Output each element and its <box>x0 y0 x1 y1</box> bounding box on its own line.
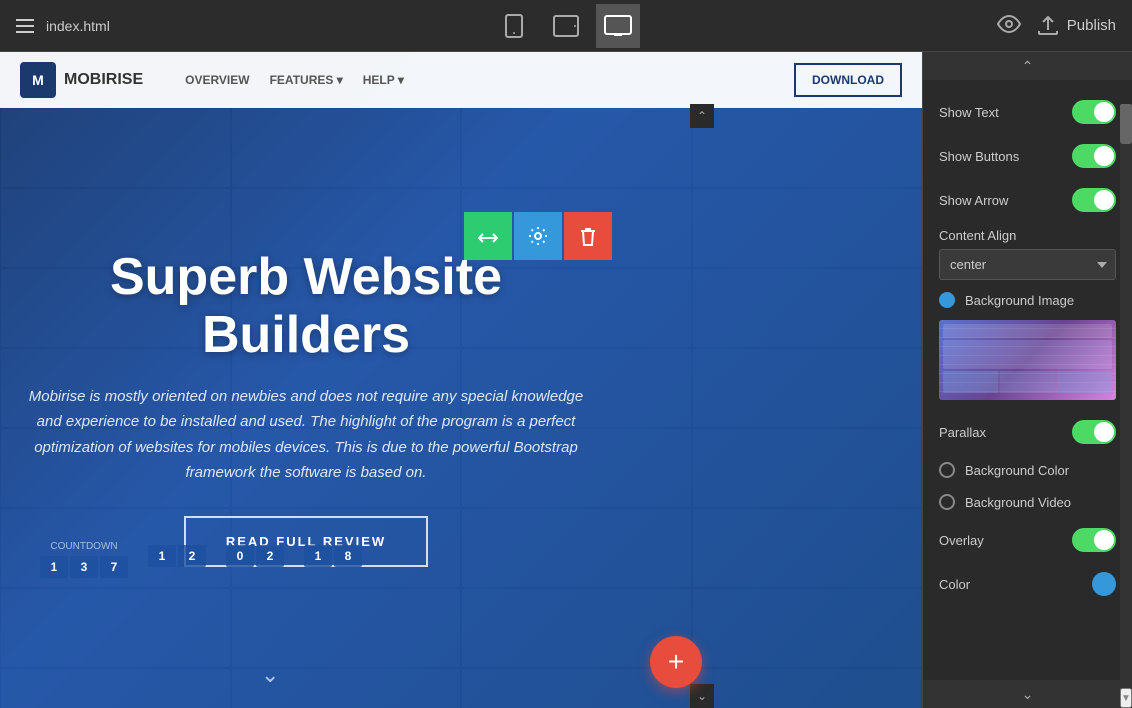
toolbar-delete-button[interactable] <box>564 212 612 260</box>
block-toolbar <box>464 212 612 260</box>
show-arrow-toggle[interactable] <box>1072 188 1116 212</box>
countdown-mins: 0 2 <box>226 541 284 567</box>
show-buttons-toggle[interactable] <box>1072 144 1116 168</box>
color-picker[interactable] <box>1092 572 1116 596</box>
countdown-label: COUNTDOWN <box>40 541 128 552</box>
countdown-strip: COUNTDOWN 1 3 7 1 2 0 2 <box>40 541 362 578</box>
nav-link-overview[interactable]: OVERVIEW <box>185 73 249 87</box>
bg-image-container <box>923 316 1132 410</box>
bg-image-thumbnail[interactable] <box>939 320 1116 400</box>
topbar: index.html <box>0 0 1132 52</box>
overlay-toggle[interactable] <box>1072 528 1116 552</box>
hero-subtitle: Mobirise is mostly oriented on newbies a… <box>26 384 586 486</box>
countdown-hours: 1 2 <box>148 541 206 567</box>
canvas-navbar: M MOBIRISE OVERVIEW FEATURES HELP DOWNLO… <box>0 52 922 108</box>
countdown-s1: 1 <box>304 545 332 567</box>
show-arrow-row: Show Arrow <box>923 178 1132 222</box>
bg-image-radio[interactable] <box>939 292 955 308</box>
nav-link-features[interactable]: FEATURES <box>270 73 343 87</box>
panel-scroll-area: Show Text Show Buttons Show Arrow Conten… <box>923 80 1132 680</box>
filename-label: index.html <box>46 18 110 34</box>
toolbar-settings-button[interactable] <box>514 212 562 260</box>
parallax-label: Parallax <box>939 425 986 440</box>
countdown-days: COUNTDOWN 1 3 7 <box>40 541 128 578</box>
scroll-bottom-button[interactable]: ▼ <box>1120 688 1132 708</box>
scrollbar-thumb[interactable] <box>1120 104 1132 144</box>
hero-content: Superb Website Builders Mobirise is most… <box>0 108 612 708</box>
countdown-secs: 1 8 <box>304 541 362 567</box>
bg-image-inner <box>939 320 1116 400</box>
publish-icon <box>1037 16 1059 36</box>
show-text-row: Show Text <box>923 90 1132 134</box>
bg-video-label: Background Video <box>965 495 1071 510</box>
nav-logo: M MOBIRISE <box>20 62 143 98</box>
nav-link-help[interactable]: HELP <box>363 73 404 87</box>
topbar-left: index.html <box>16 18 110 34</box>
show-arrow-label: Show Arrow <box>939 193 1008 208</box>
nav-links: OVERVIEW FEATURES HELP <box>185 73 404 87</box>
nav-brand: MOBIRISE <box>64 71 143 89</box>
content-align-section: Content Align left center right <box>923 222 1132 284</box>
publish-button[interactable]: Publish <box>1037 16 1116 36</box>
overlay-row: Overlay <box>923 518 1132 562</box>
countdown-m2: 2 <box>256 545 284 567</box>
panel-scroll-up-button[interactable]: ⌃ <box>923 52 1132 80</box>
nav-download-button[interactable]: DOWNLOAD <box>794 63 902 97</box>
content-align-label: Content Align <box>939 228 1116 243</box>
overlay-label: Overlay <box>939 533 984 548</box>
bg-image-row: Background Image <box>923 284 1132 316</box>
parallax-toggle[interactable] <box>1072 420 1116 444</box>
color-row: Color <box>923 562 1132 606</box>
vertical-scrollbar: ▲ ▼ <box>1120 104 1132 708</box>
show-text-label: Show Text <box>939 105 999 120</box>
show-text-toggle[interactable] <box>1072 100 1116 124</box>
canvas-scroll-down-button[interactable]: ⌄ <box>690 684 714 708</box>
countdown-box-1: 1 <box>40 556 68 578</box>
bg-color-label: Background Color <box>965 463 1069 478</box>
countdown-box-2: 3 <box>70 556 98 578</box>
canvas: M MOBIRISE OVERVIEW FEATURES HELP DOWNLO… <box>0 52 922 708</box>
mobile-device-button[interactable] <box>492 4 536 48</box>
tablet-device-button[interactable] <box>544 4 588 48</box>
canvas-scroll-up-button[interactable]: ⌃ <box>690 104 714 128</box>
hero-title: Superb Website Builders <box>20 249 592 363</box>
right-panel: ⌃ Show Text Show Buttons Show Arrow Cont… <box>922 52 1132 708</box>
topbar-right: Publish <box>997 13 1116 39</box>
countdown-box-3: 7 <box>100 556 128 578</box>
countdown-m1: 0 <box>226 545 254 567</box>
show-buttons-label: Show Buttons <box>939 149 1019 164</box>
nav-logo-icon: M <box>20 62 56 98</box>
bg-image-label: Background Image <box>965 293 1074 308</box>
add-block-fab[interactable]: + <box>650 636 702 688</box>
bg-video-radio[interactable] <box>939 494 955 510</box>
desktop-device-button[interactable] <box>596 4 640 48</box>
panel-scroll-down-button[interactable]: ⌄ <box>923 680 1132 708</box>
show-buttons-row: Show Buttons <box>923 134 1132 178</box>
bg-video-row: Background Video <box>923 486 1132 518</box>
preview-button[interactable] <box>997 13 1021 39</box>
parallax-row: Parallax <box>923 410 1132 454</box>
countdown-h1: 1 <box>148 545 176 567</box>
toolbar-reorder-button[interactable] <box>464 212 512 260</box>
device-switcher <box>492 4 640 48</box>
countdown-h2: 2 <box>178 545 206 567</box>
countdown-s2: 8 <box>334 545 362 567</box>
main-area: M MOBIRISE OVERVIEW FEATURES HELP DOWNLO… <box>0 52 1132 708</box>
bg-color-radio[interactable] <box>939 462 955 478</box>
content-align-select[interactable]: left center right <box>939 249 1116 280</box>
color-label: Color <box>939 577 970 592</box>
hamburger-menu-icon[interactable] <box>16 19 34 33</box>
publish-label: Publish <box>1067 17 1116 34</box>
bg-color-row: Background Color <box>923 454 1132 486</box>
